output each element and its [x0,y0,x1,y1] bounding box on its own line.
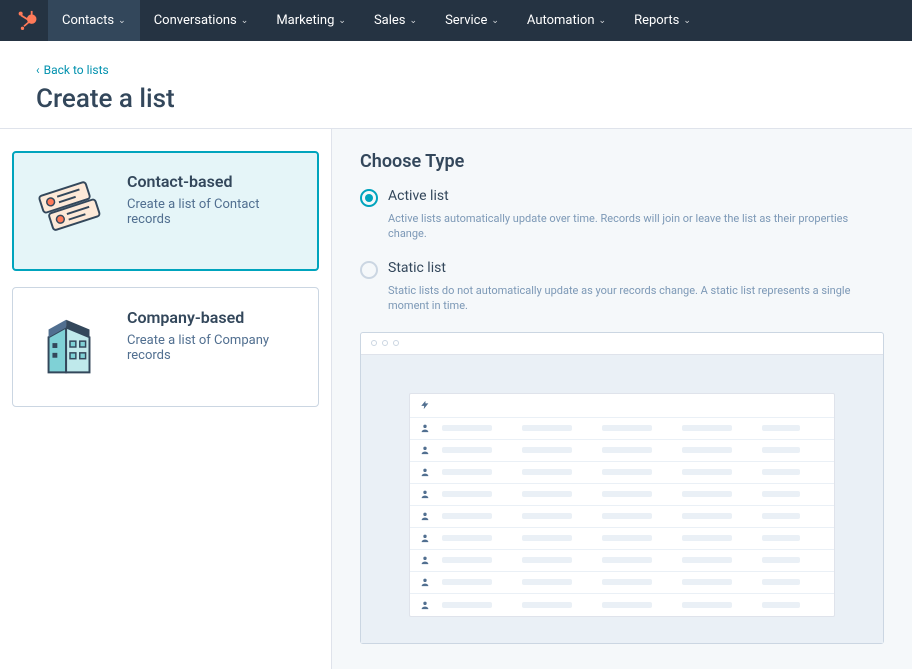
nav-label: Contacts [62,13,114,28]
chevron-down-icon: ⌄ [241,16,249,26]
back-to-lists-link[interactable]: ‹ Back to lists [36,63,109,77]
right-panel: Choose Type Active list Active lists aut… [332,129,912,669]
nav-label: Automation [527,13,595,28]
top-nav: Contacts ⌄ Conversations ⌄ Marketing ⌄ Sale… [0,0,912,41]
nav-service[interactable]: Service ⌄ [431,0,513,41]
table-row [410,418,834,440]
preview-window [360,332,884,644]
chevron-down-icon: ⌄ [118,16,126,26]
chevron-left-icon: ‹ [36,63,40,77]
chevron-down-icon: ⌄ [683,16,691,26]
nav-label: Conversations [154,13,237,28]
table-row [410,440,834,462]
table-row [410,484,834,506]
nav-automation[interactable]: Automation ⌄ [513,0,620,41]
nav-label: Service [445,13,487,28]
preview-table [409,393,835,617]
radio-input[interactable] [360,189,378,207]
card-desc: Create a list of Contact records [127,197,300,227]
person-icon [420,555,430,565]
hubspot-logo-icon[interactable] [14,7,42,35]
card-desc: Create a list of Company records [127,333,300,363]
card-company-based[interactable]: Company-based Create a list of Company r… [12,287,319,407]
table-row [410,594,834,616]
person-icon [420,467,430,477]
table-row [410,462,834,484]
nav-sales[interactable]: Sales ⌄ [360,0,431,41]
table-row [410,572,834,594]
radio-input[interactable] [360,261,378,279]
nav-label: Marketing [276,13,334,28]
window-dot-icon [371,340,377,346]
chevron-down-icon: ⌄ [410,16,418,26]
radio-desc: Active lists automatically update over t… [388,211,884,242]
radio-label: Static list [388,260,446,276]
choose-type-heading: Choose Type [360,151,884,172]
person-icon [420,489,430,499]
person-icon [420,577,430,587]
nav-marketing[interactable]: Marketing ⌄ [262,0,360,41]
radio-active-list[interactable]: Active list [360,188,884,207]
page-header: ‹ Back to lists Create a list [0,41,912,128]
table-row [410,528,834,550]
preview-table-head [410,394,834,418]
person-icon [420,511,430,521]
left-panel: Contact-based Create a list of Contact r… [0,129,332,669]
chevron-down-icon: ⌄ [491,16,499,26]
person-icon [420,533,430,543]
table-row [410,550,834,572]
chevron-down-icon: ⌄ [338,16,346,26]
main-split: Contact-based Create a list of Contact r… [0,128,912,669]
nav-label: Sales [374,13,406,28]
card-title: Contact-based [127,172,300,191]
radio-static-list[interactable]: Static list [360,260,884,279]
building-icon [31,308,109,386]
person-icon [420,445,430,455]
nav-contacts[interactable]: Contacts ⌄ [48,0,140,41]
window-dot-icon [393,340,399,346]
chevron-down-icon: ⌄ [599,16,607,26]
preview-titlebar [361,333,883,355]
card-contact-based[interactable]: Contact-based Create a list of Contact r… [12,151,319,271]
preview-body [361,355,883,643]
person-icon [420,423,430,433]
window-dot-icon [382,340,388,346]
bolt-icon [420,400,430,410]
nav-conversations[interactable]: Conversations ⌄ [140,0,263,41]
card-title: Company-based [127,308,300,327]
nav-items: Contacts ⌄ Conversations ⌄ Marketing ⌄ Sale… [48,0,705,41]
contact-cards-icon [31,172,109,250]
nav-label: Reports [634,13,679,28]
radio-desc: Static lists do not automatically update… [388,283,884,314]
table-row [410,506,834,528]
page-title: Create a list [36,84,876,114]
radio-label: Active list [388,188,449,204]
back-link-label: Back to lists [44,63,109,77]
nav-reports[interactable]: Reports ⌄ [620,0,705,41]
person-icon [420,600,430,610]
